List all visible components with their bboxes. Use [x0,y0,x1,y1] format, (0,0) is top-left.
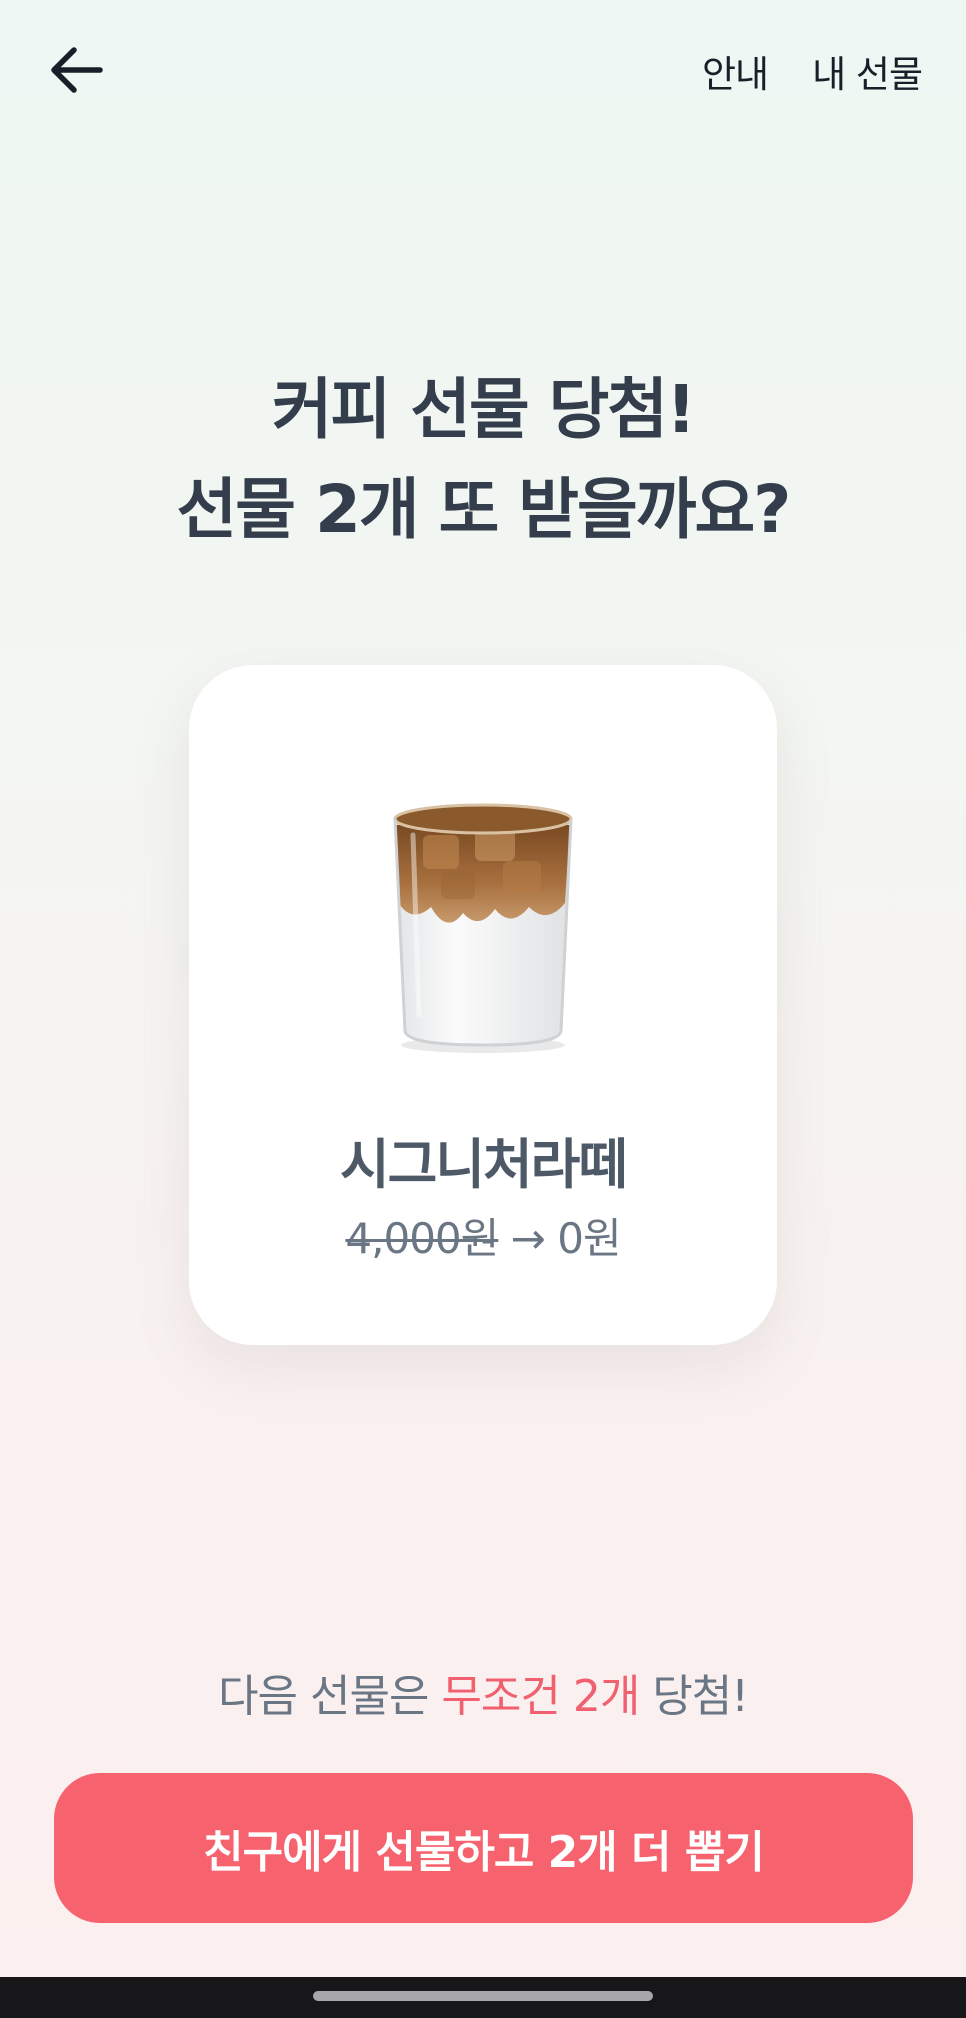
promo-highlight: 무조건 2개 [441,1671,640,1722]
final-price: 0원 [557,1214,621,1263]
top-links: 안내 내 선물 [702,44,923,98]
system-nav-bar [0,1977,966,2018]
back-button[interactable] [44,38,108,102]
my-gifts-link[interactable]: 내 선물 [812,44,923,98]
home-indicator[interactable] [313,1991,653,2001]
page-title: 커피 선물 당첨! 선물 2개 또 받을까요? [0,360,966,560]
title-line-1: 커피 선물 당첨! [271,371,696,448]
iced-latte-image [393,803,573,1053]
promo-prefix: 다음 선물은 [218,1671,442,1722]
gift-friend-button[interactable]: 친구에게 선물하고 2개 더 뽑기 [54,1773,913,1923]
promo-suffix: 당첨! [639,1671,749,1722]
title-line-2: 선물 2개 또 받을까요? [176,471,792,548]
guide-link[interactable]: 안내 [702,44,769,98]
product-card: 시그니처라떼 4,000원 → 0원 [189,665,777,1345]
promo-text: 다음 선물은 무조건 2개 당첨! [0,1660,966,1724]
original-price: 4,000원 [345,1214,499,1263]
arrow-left-icon [51,47,103,93]
price-arrow-icon: → [510,1214,546,1263]
top-bar: 안내 내 선물 [0,0,966,140]
product-name: 시그니처라떼 [339,1133,628,1196]
price-info: 4,000원 → 0원 [189,1205,777,1266]
